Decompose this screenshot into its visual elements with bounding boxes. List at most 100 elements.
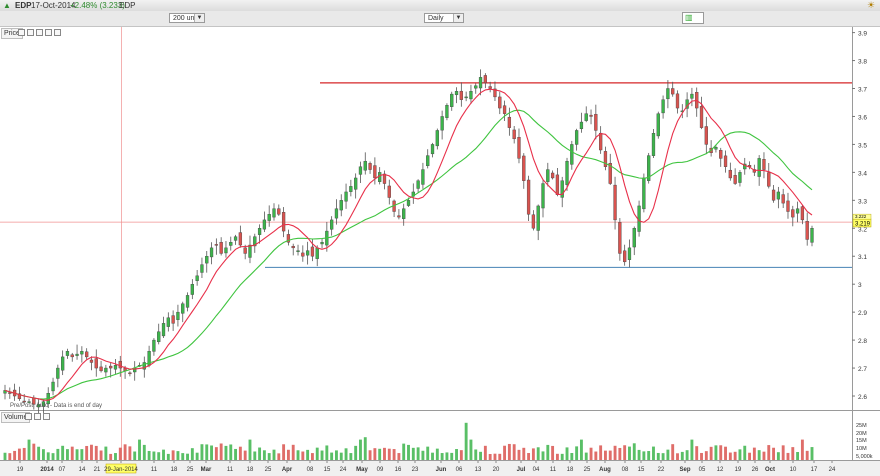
candle-body — [512, 129, 516, 140]
volume-bar — [80, 449, 84, 460]
volume-bar — [704, 451, 708, 460]
volume-bar — [229, 444, 233, 460]
candle-body — [541, 183, 545, 209]
volume-bar — [195, 452, 199, 460]
candle-body — [310, 246, 315, 257]
candle-body — [426, 155, 430, 167]
volume-bar — [522, 447, 526, 460]
close-icon[interactable] — [45, 29, 52, 36]
candle-body — [584, 113, 588, 121]
candle-body — [469, 91, 473, 100]
candle-body — [738, 172, 742, 183]
volume-bar — [272, 449, 276, 460]
volume-bar — [800, 439, 804, 460]
x-tick-label: 25 — [584, 467, 591, 473]
price-tick-label: 3.4 — [858, 170, 867, 177]
candle-body — [656, 113, 660, 137]
volume-bar — [325, 445, 329, 460]
volume-bar — [628, 446, 631, 460]
volume-bar — [387, 448, 391, 460]
price-tick-label: 2.6 — [858, 394, 867, 401]
volume-bar — [796, 452, 800, 460]
candle-body — [89, 359, 94, 363]
settings-icon[interactable] — [34, 413, 41, 420]
candle-body — [205, 256, 209, 264]
candle-body — [757, 158, 761, 177]
volume-bar — [527, 453, 531, 460]
candle-body — [454, 91, 459, 96]
volume-bar — [762, 451, 766, 460]
x-tick-label: 25 — [265, 467, 272, 473]
candle-body — [99, 366, 103, 372]
candle-body — [483, 75, 487, 84]
candle-body — [522, 155, 526, 181]
candle-body — [61, 356, 65, 371]
x-tick-label: 11 — [151, 467, 158, 473]
volume-bar — [733, 451, 737, 460]
volume-bar — [118, 447, 122, 460]
candle-body — [507, 116, 512, 128]
settings-icon[interactable] — [36, 29, 43, 36]
candle-body — [243, 247, 247, 254]
volume-bar — [262, 450, 266, 460]
volume-bar — [464, 422, 468, 460]
volume-bar — [589, 447, 593, 460]
candle-body — [233, 236, 238, 241]
candle-body — [786, 200, 790, 212]
volume-bar — [8, 453, 12, 460]
candle-body — [267, 214, 271, 221]
candle-body — [791, 209, 795, 218]
volume-bar — [296, 450, 300, 460]
crosshair-price-label: 3.222 — [855, 214, 867, 219]
volume-bar — [407, 444, 410, 460]
volume-bar — [186, 453, 189, 460]
wrench-icon[interactable] — [25, 413, 32, 420]
volume-bar — [791, 447, 795, 460]
volume-bar — [671, 444, 675, 460]
volume-bar — [210, 445, 213, 460]
close-icon[interactable] — [43, 413, 50, 420]
candle-body — [334, 208, 339, 219]
volume-bar — [752, 447, 756, 460]
price-tick-label: 2.8 — [858, 338, 867, 345]
candle-body — [75, 353, 79, 356]
candle-body — [416, 180, 420, 189]
candle-body — [195, 275, 199, 281]
candle-body — [613, 184, 617, 221]
volume-bar — [743, 445, 747, 460]
volume-bar — [90, 444, 93, 460]
volume-bar — [267, 453, 271, 460]
candle-body — [248, 244, 252, 258]
candle-body — [315, 247, 319, 259]
volume-bar — [344, 448, 348, 460]
candle-body — [339, 200, 343, 211]
x-tick-label: 15 — [324, 467, 331, 473]
candle-body — [440, 116, 444, 131]
price-tick-label: 3.9 — [858, 31, 867, 38]
maximize-icon[interactable] — [27, 29, 34, 36]
volume-bar — [479, 451, 482, 460]
wrench-icon[interactable] — [18, 29, 25, 36]
volume-bar — [623, 445, 627, 460]
x-tick-label: 08 — [307, 467, 314, 473]
candle-body — [238, 232, 243, 246]
volume-bar — [181, 453, 185, 460]
volume-bar — [301, 451, 305, 460]
x-tick-label: 06 — [456, 467, 463, 473]
candle-body — [296, 250, 300, 253]
volume-bar — [767, 445, 771, 460]
candle-body — [118, 360, 122, 369]
volume-bar — [75, 449, 79, 460]
price-tick-label: 3.6 — [858, 114, 867, 121]
candle-body — [474, 85, 478, 89]
x-tick-label: 15 — [638, 467, 645, 473]
volume-bar — [435, 448, 439, 460]
candle-body — [565, 160, 569, 185]
volume-bar — [459, 450, 463, 460]
collapse-icon[interactable] — [54, 29, 61, 36]
volume-bar — [786, 452, 790, 460]
x-tick-label: 24 — [340, 467, 347, 473]
volume-bar — [306, 449, 310, 460]
x-tick-label: 26 — [752, 467, 759, 473]
volume-bar — [13, 450, 17, 460]
